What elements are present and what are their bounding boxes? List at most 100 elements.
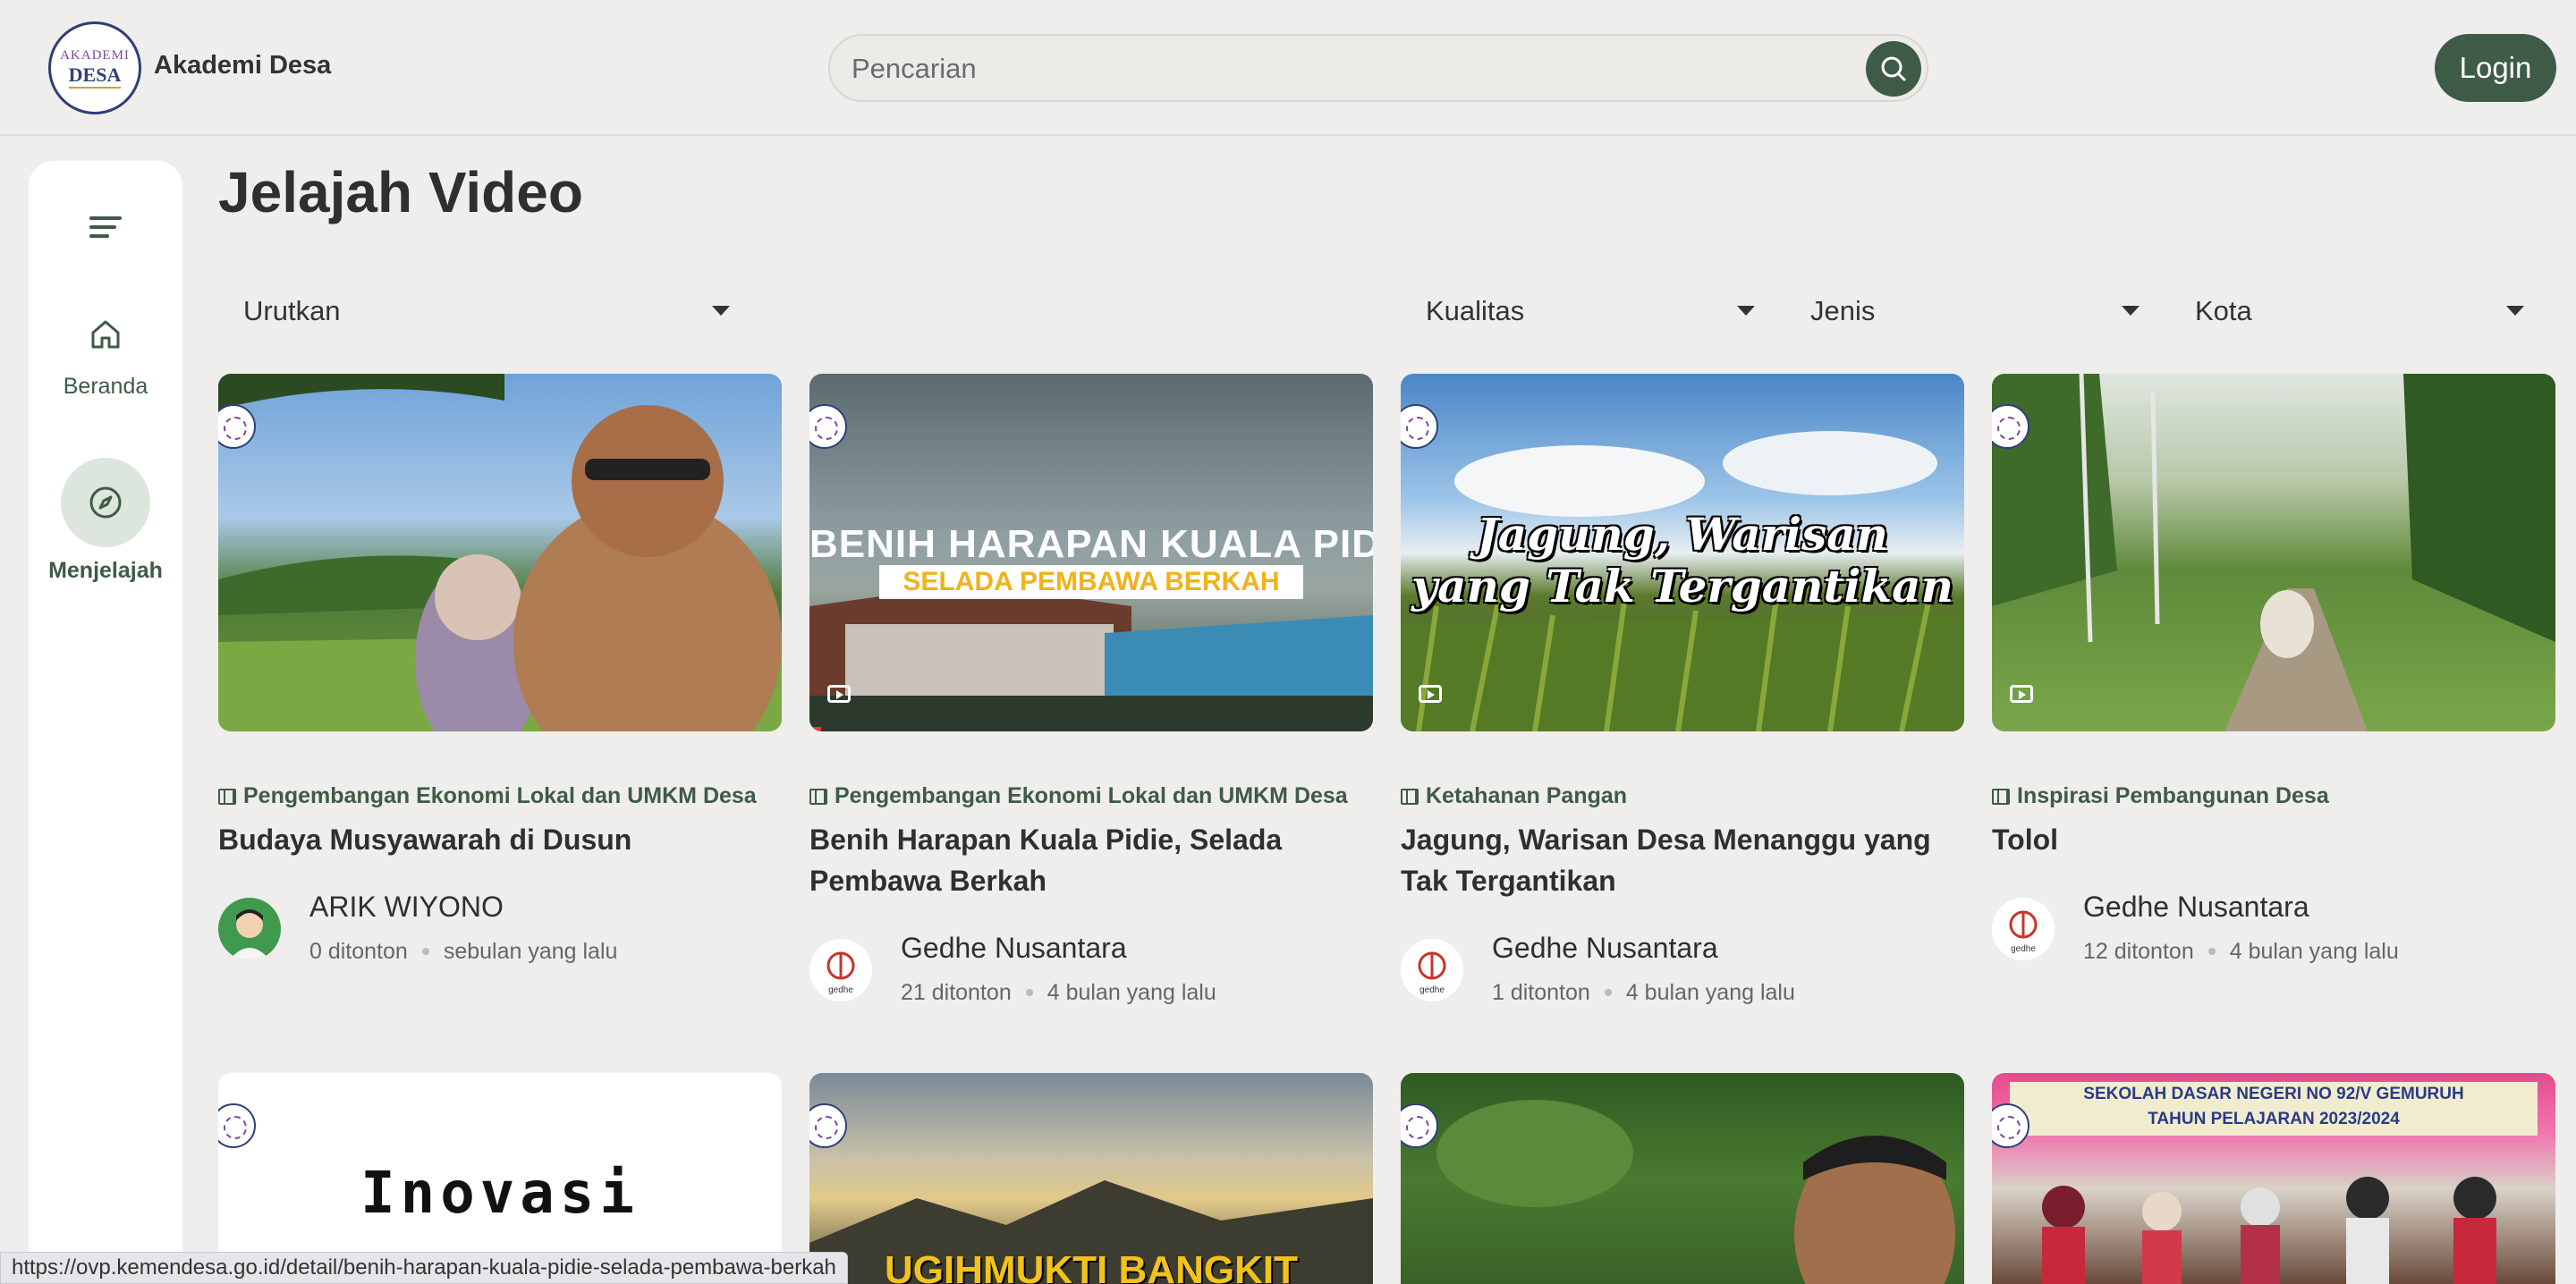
film-icon [1992,788,2010,805]
video-meta: 21 ditonton 4 bulan yang lalu [901,980,1216,1006]
quality-dropdown[interactable]: Kualitas [1401,286,1762,334]
video-author: gedhe Gedhe Nusantara 1 ditonton 4 bulan … [1401,932,1964,1006]
video-thumbnail[interactable]: SEKOLAH DASAR NEGERI NO 92/V GEMURUH TAH… [1992,1073,2555,1284]
chevron-down-icon [712,306,730,316]
video-icon [1419,685,1442,703]
video-category[interactable]: Ketahanan Pangan [1401,783,1627,809]
avatar[interactable]: gedhe [1992,898,2055,960]
chevron-down-icon [2122,306,2140,316]
logo-text-main: DESA [68,63,122,89]
sort-label: Urutkan [243,295,341,326]
author-name[interactable]: Gedhe Nusantara [901,932,1127,965]
author-name[interactable]: Gedhe Nusantara [2083,891,2309,924]
view-count: 0 ditonton [309,939,408,964]
video-author: ARIK WIYONO 0 ditonton sebulan yang lalu [218,891,782,965]
separator-dot [1025,989,1033,996]
akademi-desa-logo[interactable]: AKADEMI DESA [48,21,141,114]
thumbnail-banner: SELADA PEMBAWA BERKAH [879,565,1303,599]
category-label: Pengembangan Ekonomi Lokal dan UMKM Desa [243,783,757,808]
home-icon [84,313,127,356]
video-title[interactable]: Budaya Musyawarah di Dusun [218,819,782,860]
view-count: 21 ditonton [901,980,1012,1005]
upload-time: 4 bulan yang lalu [1625,980,1795,1005]
video-category[interactable]: Pengembangan Ekonomi Lokal dan UMKM Desa [218,783,757,809]
gedhe-logo-icon: gedhe [2009,910,2038,954]
video-thumbnail[interactable]: BENIH HARAPAN KUALA PIDIE SELADA PEMBAWA… [809,374,1373,731]
video-meta: 0 ditonton sebulan yang lalu [309,939,617,965]
video-thumbnail[interactable] [1401,1073,1964,1284]
watch-progress-bar [809,727,821,731]
film-icon [809,788,827,805]
video-thumbnail[interactable]: Jagung, Warisan yang Tak Tergantikan [1401,374,1964,731]
avatar-text: gedhe [2011,944,2036,954]
chevron-down-icon [1737,306,1755,316]
video-author: gedhe Gedhe Nusantara 12 ditonton 4 bulan… [1992,891,2555,965]
quality-label: Kualitas [1426,295,1525,326]
video-thumbnail[interactable] [1992,374,2555,731]
thumbnail-scene [1992,374,2555,731]
page-title: Jelajah Video [218,160,583,224]
thumbnail-subtitle: yang Tak Tergantikan [1411,560,1953,612]
category-label: Inspirasi Pembangunan Desa [2017,783,2329,808]
gedhe-logo-icon: gedhe [826,951,855,995]
view-count: 12 ditonton [2083,939,2194,964]
video-icon [2010,685,2033,703]
top-header: AKADEMI DESA Akademi Desa Login [0,0,2576,136]
view-count: 1 ditonton [1492,980,1590,1005]
film-icon [218,788,236,805]
compass-icon [61,458,150,547]
thumbnail-subtitle: SELADA PEMBAWA BERKAH [902,567,1280,596]
separator-dot [421,948,429,955]
author-name[interactable]: ARIK WIYONO [309,891,504,924]
sort-dropdown[interactable]: Urutkan [218,286,737,334]
search-button[interactable] [1866,41,1921,97]
video-icon [827,685,851,703]
video-title[interactable]: Jagung, Warisan Desa Menanggu yang Tak T… [1401,819,1964,901]
login-button[interactable]: Login [2435,34,2556,102]
logo-text-top: AKADEMI [60,47,130,63]
upload-time: 4 bulan yang lalu [1046,980,1216,1005]
sidebar-item-menjelajah[interactable]: Menjelajah [29,458,182,592]
video-thumbnail[interactable]: UGIHMUKTI BANGKIT [809,1073,1373,1284]
avatar[interactable] [218,898,281,960]
video-title[interactable]: Benih Harapan Kuala Pidie, Selada Pembaw… [809,819,1373,901]
avatar[interactable]: gedhe [1401,939,1463,1001]
sidebar: Beranda Menjelajah [29,161,182,1284]
video-category[interactable]: Inspirasi Pembangunan Desa [1992,783,2329,809]
brand-name[interactable]: Akademi Desa [154,51,331,80]
avatar-text: gedhe [828,985,853,995]
person-avatar-icon [229,909,270,960]
channel-watermark-icon [218,1103,256,1148]
video-category[interactable]: Pengembangan Ekonomi Lokal dan UMKM Desa [809,783,1348,809]
search-input[interactable] [852,52,1782,86]
video-meta: 12 ditonton 4 bulan yang lalu [2083,939,2399,965]
menu-icon[interactable] [88,209,123,245]
city-label: Kota [2195,295,2252,326]
author-name[interactable]: Gedhe Nusantara [1492,932,1718,965]
sidebar-item-beranda[interactable]: Beranda [29,313,182,420]
gedhe-logo-icon: gedhe [1418,951,1446,995]
thumbnail-title: Inovasi [360,1161,640,1227]
separator-dot [2207,948,2216,955]
thumbnail-title: BENIH HARAPAN KUALA PIDIE [809,522,1373,566]
video-title[interactable]: Tolol [1992,819,2555,860]
search-bar [828,34,1928,102]
video-author: gedhe Gedhe Nusantara 21 ditonton 4 bulan… [809,932,1373,1006]
upload-time: 4 bulan yang lalu [2229,939,2399,964]
video-thumbnail[interactable] [218,374,782,731]
type-label: Jenis [1810,295,1876,326]
upload-time: sebulan yang lalu [443,939,618,964]
sidebar-item-label: Menjelajah [48,558,163,583]
avatar[interactable]: gedhe [809,939,872,1001]
category-label: Ketahanan Pangan [1426,783,1628,808]
video-meta: 1 ditonton 4 bulan yang lalu [1492,980,1795,1006]
city-dropdown[interactable]: Kota [2170,286,2531,334]
separator-dot [1604,989,1612,996]
film-icon [1401,788,1419,805]
thumbnail-title: Jagung, Warisan [1477,508,1888,561]
avatar-text: gedhe [1419,985,1445,995]
type-dropdown[interactable]: Jenis [1785,286,2147,334]
thumbnail-scene [2042,1177,2496,1284]
thumbnail-scene [218,374,782,731]
search-icon [1881,56,1906,81]
